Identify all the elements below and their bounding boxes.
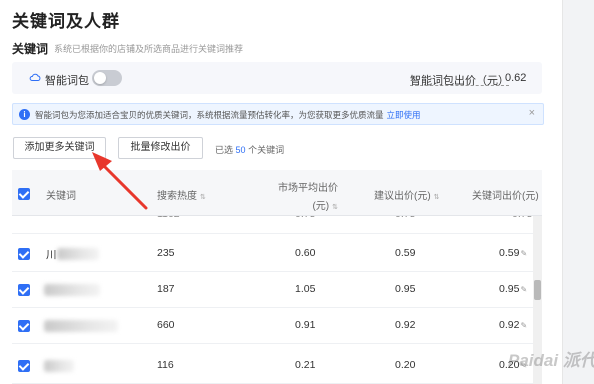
keyword-bid-cell[interactable]: 0.59✎: [499, 247, 527, 259]
add-keywords-button[interactable]: 添加更多关键词: [13, 137, 106, 159]
right-gutter: [562, 0, 594, 384]
blurred-keyword: [57, 248, 99, 260]
row-checkbox[interactable]: [18, 320, 30, 332]
blurred-keyword: [44, 320, 118, 332]
blurred-keyword: [44, 284, 100, 296]
edit-icon[interactable]: ✎: [520, 249, 527, 258]
selected-suffix: 个关键词: [248, 145, 285, 155]
edit-icon[interactable]: ✎: [520, 285, 527, 294]
column-suggested-label: 建议出价(元): [374, 191, 431, 202]
smart-bid-value: 0.62: [505, 72, 527, 84]
table-row[interactable]: 187 1.05 0.95 0.95✎: [12, 272, 542, 308]
keywords-section-desc: 系统已根据你的店铺及所选商品进行关键词推荐: [54, 44, 244, 54]
selected-count-text: 已选 50 个关键词: [215, 143, 284, 156]
smart-package-label: 智能词包: [45, 75, 89, 87]
table-row-partial: 1162 0.75 0.75 0.75: [12, 208, 542, 234]
heat-cell: 660: [157, 319, 175, 331]
edit-icon[interactable]: ✎: [520, 321, 527, 330]
avg-bid-unit: (元): [312, 201, 330, 212]
info-text: 智能词包为您添加适合宝贝的优质关键词，系统根据流量预估转化率，为您获取更多优质流…: [35, 109, 421, 121]
sort-icon[interactable]: ⇅: [200, 193, 206, 201]
main-panel: 关键词及人群 关键词 系统已根据你的店铺及所选商品进行关键词推荐 智能词包 智能…: [0, 0, 562, 384]
avg-bid-cell: 1.05: [295, 283, 316, 295]
row-checkbox[interactable]: [18, 284, 30, 296]
row-checkbox[interactable]: [18, 248, 30, 260]
avg-bid-cell: 0.91: [295, 319, 316, 331]
scroll-thumb[interactable]: [534, 280, 541, 300]
toggle-knob: [94, 72, 106, 84]
smart-bid-label: 智能词包出价（元）: [410, 75, 509, 87]
keyword-bid-value: 0.59: [499, 247, 520, 259]
page-title: 关键词及人群: [12, 12, 120, 31]
column-avg-bid[interactable]: 市场平均出价 (元) ⇅: [274, 179, 338, 212]
batch-edit-bid-button[interactable]: 批量修改出价: [118, 137, 203, 159]
column-keyword-bid[interactable]: 关键词出价(元): [472, 187, 539, 202]
avg-bid-cell: 0.21: [295, 359, 316, 371]
column-avg-bid-label: 市场平均出价: [278, 183, 338, 194]
blurred-keyword: [44, 360, 74, 372]
column-heat-label: 搜索热度: [157, 191, 197, 202]
close-icon[interactable]: ×: [529, 107, 535, 119]
sort-icon[interactable]: ⇅: [434, 193, 440, 201]
sort-icon[interactable]: ⇅: [332, 203, 338, 211]
column-heat[interactable]: 搜索热度 ⇅: [157, 187, 206, 202]
suggested-bid-cell: 0.95: [395, 283, 416, 295]
table-row[interactable]: 116 0.21 0.20 0.20✎: [12, 344, 542, 384]
info-message: 智能词包为您添加适合宝贝的优质关键词，系统根据流量预估转化率，为您获取更多优质流…: [35, 110, 384, 120]
info-banner: i 智能词包为您添加适合宝贝的优质关键词，系统根据流量预估转化率，为您获取更多优…: [12, 103, 544, 125]
heat-cell: 187: [157, 283, 175, 295]
heat-cell: 235: [157, 247, 175, 259]
select-all-checkbox[interactable]: [18, 188, 30, 200]
table-row[interactable]: 660 0.91 0.92 0.92✎: [12, 308, 542, 344]
suggested-bid-cell: 0.59: [395, 247, 416, 259]
column-avg-bid-unit: (元) ⇅: [274, 197, 338, 212]
keyword-bid-cell[interactable]: 0.95✎: [499, 283, 527, 295]
suggested-bid-cell: 0.92: [395, 319, 416, 331]
smart-package-toggle[interactable]: [92, 70, 122, 86]
cloud-icon: [29, 73, 41, 81]
keyword-bid-value: 0.92: [499, 319, 520, 331]
selected-prefix: 已选: [215, 145, 234, 155]
smart-package-bar: 智能词包 智能词包出价（元） 0.62: [12, 62, 542, 94]
column-suggested-bid[interactable]: 建议出价(元) ⇅: [374, 187, 440, 202]
table-header: 关键词 搜索热度 ⇅ 市场平均出价 (元) ⇅ 建议出价(元) ⇅ 关键词出价(元): [12, 170, 542, 216]
table-row[interactable]: 川 235 0.60 0.59 0.59✎: [12, 236, 542, 272]
keyword-bid-value: 0.95: [499, 283, 520, 295]
heat-cell: 116: [157, 359, 174, 371]
keyword-bid-cell[interactable]: 0.92✎: [499, 319, 527, 331]
suggested-bid-cell: 0.20: [395, 359, 416, 371]
avg-bid-cell: 0.60: [295, 247, 316, 259]
keywords-section-title: 关键词: [12, 42, 49, 56]
column-keyword: 关键词: [46, 191, 76, 202]
column-keyword-bid-label: 关键词出价(元): [472, 191, 539, 202]
row-checkbox[interactable]: [18, 360, 30, 372]
watermark: Paidai 派代: [508, 351, 594, 370]
keyword-cell: 川: [46, 249, 57, 261]
selected-count: 50: [235, 145, 246, 155]
info-icon: i: [19, 109, 30, 120]
use-now-link[interactable]: 立即使用: [387, 110, 421, 120]
